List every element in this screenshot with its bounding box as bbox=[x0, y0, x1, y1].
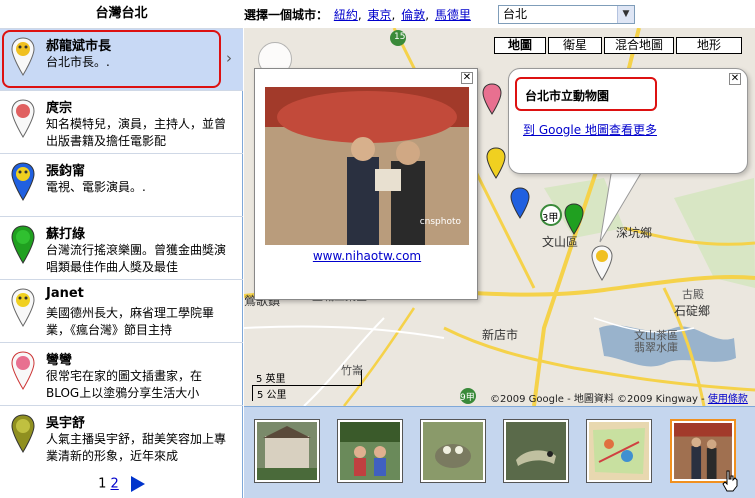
person-desc: 美國德州長大，麻省理工學院畢業，《瘋台灣》節目主持 bbox=[46, 306, 215, 337]
info-title: 台北市立動物園 bbox=[525, 89, 610, 103]
map-pin-icon bbox=[11, 225, 35, 264]
page-2-link[interactable]: 2 bbox=[111, 477, 119, 492]
photo-source-link[interactable]: www.nihaotw.com bbox=[313, 249, 421, 263]
city-title: 台灣台北 bbox=[95, 6, 148, 21]
person-desc: 電視、電影演員。. bbox=[46, 180, 146, 194]
thumbnail-3[interactable] bbox=[420, 419, 486, 483]
person-name: 郝龍斌市長 bbox=[46, 39, 112, 54]
view-in-google-maps-link[interactable]: 到 Google 地圖查看更多 bbox=[523, 121, 657, 138]
photo-watermark: cnsphoto bbox=[419, 217, 461, 227]
map-label-shenkeng: 深坑鄉 bbox=[616, 226, 653, 240]
chevron-down-icon[interactable]: ▼ bbox=[617, 6, 634, 23]
pager: 1 2 bbox=[0, 476, 243, 492]
terms-link[interactable]: 使用條款 bbox=[708, 394, 748, 405]
person-name: 吳宇舒 bbox=[46, 416, 86, 431]
popup-photo: cnsphoto bbox=[265, 87, 469, 245]
person-name: 張鈞甯 bbox=[46, 164, 86, 179]
city-select[interactable]: 台北 ▼ bbox=[498, 5, 635, 24]
thumbnail-image bbox=[257, 422, 317, 480]
list-item-person-1[interactable]: 庹宗 知名模特兒，演員，主持人，並曾出版書籍及擔任電影配 bbox=[0, 90, 243, 153]
person-name: 蘇打綠 bbox=[46, 227, 86, 242]
close-icon[interactable]: ✕ bbox=[729, 73, 741, 85]
close-icon[interactable]: ✕ bbox=[461, 72, 473, 84]
thumbnail-image bbox=[423, 422, 483, 480]
map-type-hybrid[interactable]: 混合地圖 bbox=[604, 37, 674, 54]
scale-miles: 5 英里 bbox=[252, 370, 362, 386]
map-label-xindian: 新店市 bbox=[482, 328, 519, 342]
map-label-wenshan-water: 文山茶區 翡翠水庫 bbox=[634, 329, 678, 354]
map-view[interactable]: 地圖 衛星 混合地圖 地形 文山區 深坑鄉 新店市 石碇鄉 土城工業區 鶯歌鎮 … bbox=[244, 28, 755, 406]
thumbnail-5[interactable] bbox=[586, 419, 652, 483]
person-desc: 台灣流行搖滾樂團。曾獲金曲獎演唱類最佳作曲人獎及最佳 bbox=[46, 243, 227, 274]
thumbnail-image bbox=[506, 422, 566, 480]
map-label-shiding: 石碇鄉 bbox=[674, 304, 711, 318]
person-name: 庹宗 bbox=[46, 101, 73, 116]
map-pin-icon bbox=[11, 37, 35, 76]
map-type-terrain[interactable]: 地形 bbox=[676, 37, 742, 54]
city-link-madrid[interactable]: 馬德里 bbox=[435, 8, 471, 22]
city-select-value: 台北 bbox=[503, 7, 528, 21]
info-balloon: ✕ 台北市立動物園 到 Google 地圖查看更多 bbox=[508, 68, 748, 174]
thumbnail-4[interactable] bbox=[503, 419, 569, 483]
list-item-person-2[interactable]: 張鈞甯 電視、電影演員。. bbox=[0, 153, 243, 216]
route-shield-3: 3甲 bbox=[542, 213, 559, 224]
map-copyright: ©2009 Google - 地圖資料 ©2009 Kingway - 使用條款 bbox=[490, 390, 748, 405]
route-shield-15: 15 bbox=[394, 32, 406, 42]
map-label-wenshan: 文山區 bbox=[542, 235, 579, 249]
chevron-right-icon: › bbox=[226, 49, 232, 67]
map-scale: 5 英里 5 公里 bbox=[252, 370, 362, 401]
person-desc: 人氣主播吳宇舒，甜美笑容加上專業清新的形象，近年來成 bbox=[46, 432, 227, 463]
map-type-satellite[interactable]: 衛星 bbox=[548, 37, 602, 54]
next-page-icon[interactable] bbox=[130, 476, 145, 492]
person-desc: 很常宅在家的圖文插畫家，在BLOG上以塗鴉分享生活大小 bbox=[46, 369, 203, 400]
info-title-highlight: 台北市立動物園 bbox=[515, 77, 657, 111]
thumbnail-image bbox=[589, 422, 649, 480]
list-item-person-6[interactable]: 吳宇舒 人氣主播吳宇舒，甜美笑容加上專業清新的形象，近年來成 bbox=[0, 405, 243, 468]
city-picker: 選擇一個城市： 紐約, 東京, 倫敦, 馬德里 bbox=[244, 8, 471, 22]
person-desc: 知名模特兒，演員，主持人，並曾出版書籍及擔任電影配 bbox=[46, 117, 227, 148]
page-1: 1 bbox=[98, 476, 107, 492]
map-pin-icon bbox=[11, 99, 35, 138]
copyright-text: ©2009 Google - 地圖資料 ©2009 Kingway - bbox=[490, 394, 708, 405]
top-bar: 台灣台北 選擇一個城市： 紐約, 東京, 倫敦, 馬德里 台北 ▼ bbox=[0, 0, 755, 28]
list-item-person-4[interactable]: Janet 美國德州長大，麻省理工學院畢業，《瘋台灣》節目主持 bbox=[0, 279, 243, 342]
scale-km: 5 公里 bbox=[252, 386, 322, 401]
list-item-person-0[interactable]: 郝龍斌市長 台北市長。. › bbox=[0, 28, 243, 90]
city-link-newyork[interactable]: 紐約 bbox=[334, 8, 358, 22]
route-shield-9: 9甲 bbox=[460, 393, 475, 403]
map-type-map[interactable]: 地圖 bbox=[494, 37, 546, 54]
map-pin-icon bbox=[11, 288, 35, 327]
person-name: 彎彎 bbox=[46, 353, 73, 368]
list-item-person-5[interactable]: 彎彎 很常宅在家的圖文插畫家，在BLOG上以塗鴉分享生活大小 bbox=[0, 342, 243, 405]
thumbnail-1[interactable] bbox=[254, 419, 320, 483]
thumbnail-strip bbox=[244, 406, 755, 498]
photo-popup: ✕ cnsphoto www.nihaotw.com bbox=[254, 68, 478, 300]
people-list: 郝龍斌市長 台北市長。. › 庹宗 知名模特兒，演員，主持人，並曾出版書籍及擔任… bbox=[0, 28, 243, 498]
photo-caption: www.nihaotw.com bbox=[255, 249, 479, 263]
person-desc: 台北市長。. bbox=[46, 55, 110, 69]
list-item-person-3[interactable]: 蘇打綠 台灣流行搖滾樂團。曾獲金曲獎演唱類最佳作曲人獎及最佳 bbox=[0, 216, 243, 279]
map-pin-icon bbox=[11, 351, 35, 390]
hand-cursor-icon bbox=[722, 470, 738, 492]
thumbnail-image bbox=[340, 422, 400, 480]
city-link-london[interactable]: 倫敦 bbox=[401, 8, 425, 22]
city-link-tokyo[interactable]: 東京 bbox=[368, 8, 392, 22]
map-pin-icon bbox=[11, 162, 35, 201]
person-name: Janet bbox=[46, 286, 84, 301]
thumbnail-2[interactable] bbox=[337, 419, 403, 483]
map-pin-icon bbox=[11, 414, 35, 453]
map-label-gudian: 古殿 bbox=[682, 288, 704, 301]
city-picker-label: 選擇一個城市： bbox=[244, 8, 329, 22]
